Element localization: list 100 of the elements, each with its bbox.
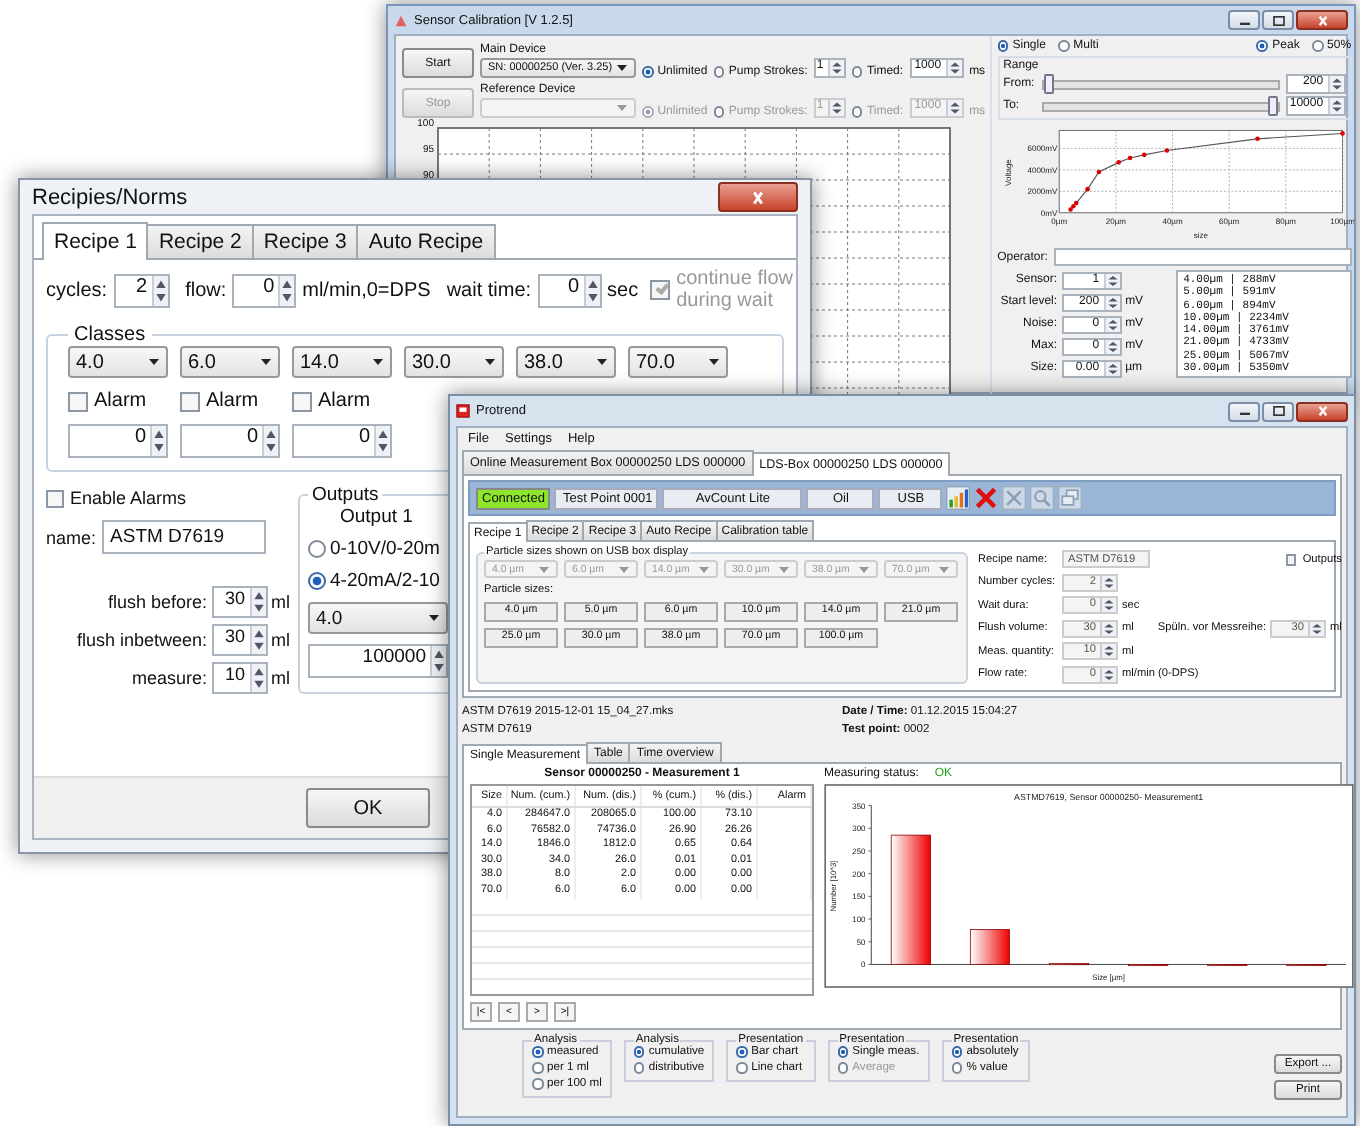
- spin-arrows-icon[interactable]: [278, 275, 295, 305]
- spin-arrows-icon[interactable]: [1308, 621, 1325, 636]
- close-button[interactable]: [1296, 401, 1348, 421]
- spin-arrows-icon[interactable]: [945, 60, 962, 76]
- spin-arrows-icon[interactable]: [374, 426, 390, 456]
- tab[interactable]: Recipe 2: [146, 224, 254, 258]
- caret-icon: [938, 565, 950, 573]
- unit-label: ml: [271, 630, 290, 650]
- checkbox[interactable]: Alarm: [68, 390, 147, 412]
- close-button[interactable]: [1296, 10, 1348, 30]
- dropdown[interactable]: 30.0: [404, 346, 504, 378]
- close-icon: [1315, 15, 1329, 25]
- maximize-icon: [1271, 406, 1285, 416]
- spin-arrows-icon[interactable]: [262, 426, 278, 456]
- slider[interactable]: [1041, 101, 1280, 111]
- data-point: [1163, 148, 1169, 153]
- spin-arrows-icon[interactable]: [1100, 667, 1116, 682]
- close-icon: [1315, 406, 1329, 416]
- unit-label: ml/min,0=DPS: [302, 279, 431, 301]
- data-point: [1084, 186, 1089, 192]
- spin-arrows-icon[interactable]: [1100, 621, 1116, 636]
- slider-thumb[interactable]: [1043, 73, 1054, 93]
- dropdown[interactable]: 6.0: [180, 346, 280, 378]
- spin-arrows-icon[interactable]: [1103, 317, 1120, 331]
- bar: [890, 834, 931, 965]
- caret-icon: [372, 358, 384, 366]
- operator-field[interactable]: [1053, 248, 1352, 266]
- spin-arrows-icon[interactable]: [1103, 273, 1120, 287]
- name-field[interactable]: ASTM D7619: [102, 520, 267, 554]
- unit-label: ml: [271, 668, 290, 688]
- field-label: name:: [46, 527, 97, 547]
- checkbox[interactable]: Alarm: [180, 390, 259, 412]
- spin-arrows-icon[interactable]: [1100, 575, 1116, 590]
- spin-arrows-icon[interactable]: [249, 588, 265, 616]
- close-icon: [748, 189, 768, 205]
- spin-arrows-icon[interactable]: [827, 100, 844, 116]
- maximize-button[interactable]: [1262, 401, 1294, 421]
- tab[interactable]: Auto Recipe: [356, 224, 496, 258]
- ok-button[interactable]: OK: [306, 788, 430, 828]
- spin-field[interactable]: 0: [68, 424, 168, 458]
- spin-field[interactable]: 10: [211, 662, 267, 694]
- slider-thumb[interactable]: [1267, 95, 1278, 115]
- spin-arrows-icon[interactable]: [249, 626, 265, 654]
- bar-chart-icon[interactable]: [946, 486, 971, 510]
- dropdown[interactable]: 70.0: [628, 346, 728, 378]
- spin-arrows-icon[interactable]: [1103, 339, 1120, 353]
- minimize-button[interactable]: [1228, 10, 1260, 30]
- dropdown[interactable]: 4.0: [308, 602, 448, 634]
- caret-icon: [484, 358, 496, 366]
- spin-arrows-icon[interactable]: [827, 60, 844, 76]
- spin-arrows-icon[interactable]: [150, 426, 166, 456]
- spin-field[interactable]: 100000: [308, 644, 448, 678]
- spin-field[interactable]: 30: [211, 586, 267, 618]
- caret-icon: [260, 358, 272, 366]
- spin-arrows-icon[interactable]: [1327, 98, 1344, 114]
- field-label: measure:: [131, 668, 207, 688]
- caret-icon: [616, 104, 628, 112]
- spin-field[interactable]: 30: [211, 624, 267, 656]
- minimize-button[interactable]: [1228, 401, 1260, 421]
- spin-arrows-icon[interactable]: [1327, 76, 1344, 92]
- spin-arrows-icon[interactable]: [430, 646, 446, 676]
- tab[interactable]: Recipe 1: [42, 222, 149, 260]
- spin-field[interactable]: 2: [113, 273, 170, 307]
- spin-arrows-icon[interactable]: [1100, 644, 1116, 659]
- spin-field[interactable]: 0: [232, 273, 297, 307]
- spin-arrows-icon[interactable]: [151, 275, 168, 305]
- close-button[interactable]: [718, 182, 798, 212]
- checkbox[interactable]: Enable Alarms: [46, 488, 290, 508]
- bar: [969, 929, 1010, 965]
- caret-icon: [698, 565, 710, 573]
- data-point: [1095, 169, 1101, 175]
- maximize-button[interactable]: [1262, 10, 1294, 30]
- spin-field[interactable]: 0: [292, 424, 392, 458]
- dropdown[interactable]: 38.0: [516, 346, 616, 378]
- dropdown[interactable]: 4.0: [68, 346, 168, 378]
- spin-arrows-icon[interactable]: [249, 664, 265, 692]
- group-title: Outputs: [310, 484, 381, 506]
- window-title: Recipies/Norms: [32, 185, 190, 209]
- app-icon: [394, 13, 408, 27]
- caret-icon: [616, 64, 628, 72]
- unit-label: ml: [271, 592, 290, 612]
- checkbox[interactable]: Alarm: [292, 390, 371, 412]
- spin-arrows-icon[interactable]: [1103, 361, 1120, 375]
- spin-field[interactable]: 0: [537, 273, 602, 307]
- spin-arrows-icon[interactable]: [945, 100, 962, 116]
- caret-icon: [596, 358, 608, 366]
- spin-arrows-icon[interactable]: [1103, 295, 1120, 309]
- radio-option[interactable]: 4-20mA/2-10: [308, 570, 440, 592]
- app-icon: [456, 404, 470, 418]
- spin-arrows-icon[interactable]: [1100, 598, 1116, 613]
- unit-label: sec: [607, 279, 639, 301]
- radio-option[interactable]: 0-10V/0-20m: [308, 538, 440, 560]
- caret-icon: [148, 358, 160, 366]
- tab[interactable]: Recipe 3: [251, 224, 359, 258]
- spin-arrows-icon[interactable]: [583, 275, 600, 305]
- dropdown[interactable]: 14.0: [292, 346, 392, 378]
- spin-field[interactable]: 0: [180, 424, 280, 458]
- data-point: [1141, 152, 1146, 158]
- slider[interactable]: [1041, 79, 1280, 89]
- group-title: Classes: [72, 324, 148, 346]
